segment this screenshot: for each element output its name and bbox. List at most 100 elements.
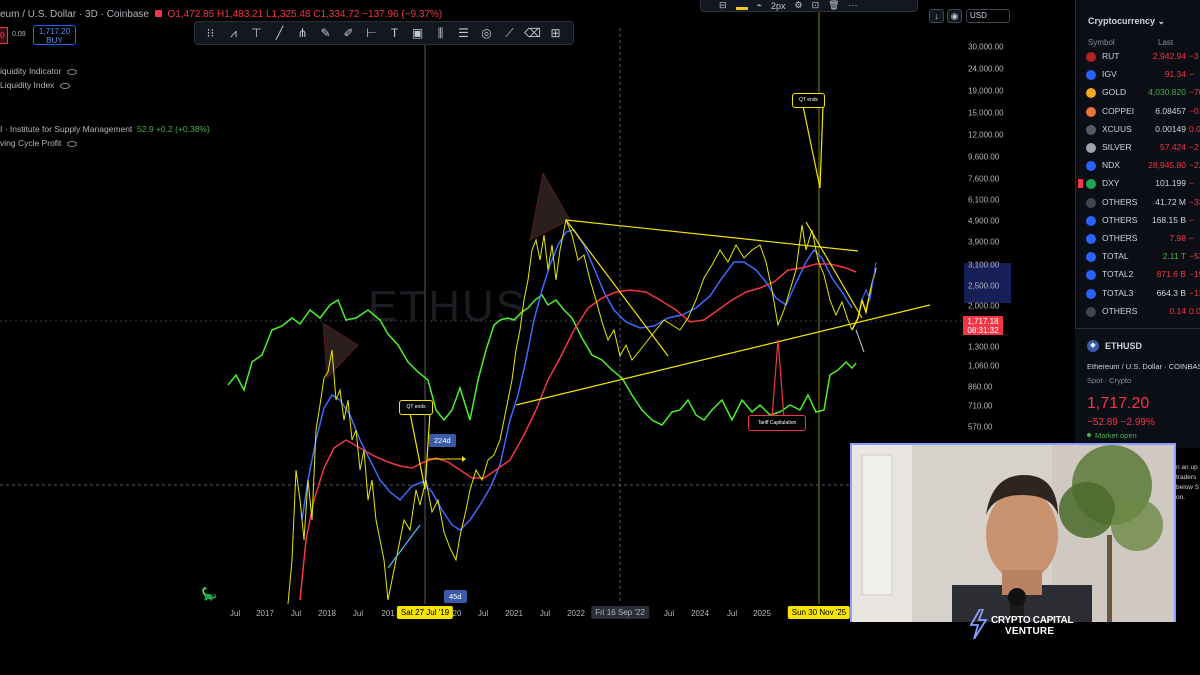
column-last[interactable]: Last [1158,38,1173,47]
watchlist-row[interactable]: NDX 28,945.80−22 [1076,157,1200,175]
indicator-liquidity-index[interactable]: Liquidity Index [0,80,71,90]
indicator-ism[interactable]: I · Institute for Supply Management 52.9… [0,124,210,134]
symbol-icon [1086,234,1096,244]
watchlist-row[interactable]: IGV 91.34− [1076,66,1200,84]
eye-icon[interactable] [67,140,78,147]
symbol-icon [1086,106,1096,117]
delete-icon[interactable]: 🗑 [828,0,839,11]
symbol-icon [1086,270,1096,281]
price-axis-label: 24,000.00 [968,64,1004,74]
pitchfork-tool-icon[interactable]: ⋔ [293,24,312,43]
detail-change: −52.89 −2.99% [1087,417,1155,428]
watchlist-row[interactable]: COPPEI 6.08457−0.1 [1076,103,1200,121]
text-tool-icon[interactable]: T [385,24,404,43]
time-axis-label: 201 [381,609,395,618]
drawing-toolbar[interactable]: ⁝⁝ ⩘ ⊤ ╱ ⋔ ✎ ✐ ⊢ T ▣ ⫼ ☰ ◎ ⟋ ⌫ ⊞ [194,21,574,45]
watchlist-symbol: GOLD [1102,87,1127,98]
watchlist-last: 7.98 [1169,233,1186,243]
indicator-change: +0.2 (+0.38%) [155,124,210,134]
column-symbol[interactable]: Symbol [1088,38,1115,47]
price-axis-label: 1,060.00 [968,361,1000,371]
watchlist-change: −70 [1189,87,1200,98]
watchlist-row[interactable]: SILVER 57.424 −2 [1076,139,1200,157]
drawing-properties-bar[interactable]: ⊟ ⌁ 2px ⚙ ⊡ 🗑 ⋯ [700,0,918,12]
brand-name-line2: VENTURE [1005,626,1055,637]
path-tool-icon[interactable]: ⟋ [500,24,519,43]
stroke-width[interactable]: 2px [771,1,786,11]
eye-icon[interactable] [67,68,78,75]
watchlist-change: − [1189,214,1194,225]
qt-pointer-left-a [409,412,426,490]
time-axis[interactable]: 2025 Jul 2024 Jul 2022 Jul 2021 Jul 20 201 Jul 2018… [0,605,965,621]
eye-icon[interactable] [60,82,71,89]
style-icon[interactable]: ⌁ [757,0,762,11]
line-color-swatch[interactable] [735,7,748,10]
qt-ends-callout-right[interactable]: QT ends [792,93,825,108]
watchlist-row[interactable]: OTHERS 168.15 B − [1076,212,1200,230]
settings-icon[interactable]: ⚙ [794,0,802,11]
buy-button[interactable]: 1,717.20 BUY [33,25,76,45]
frame-tool-icon[interactable]: ▣ [408,24,427,43]
lock-icon[interactable]: ⊡ [812,0,820,11]
grid-tool-icon[interactable]: ⊞ [546,24,565,43]
more-icon[interactable]: ⋯ [849,0,858,11]
detail-symbol[interactable]: ETHUSD [1105,341,1142,351]
ohlc-close: C1,334.72 [313,9,360,20]
pen-tool-icon[interactable]: ✐ [339,24,358,43]
watchlist-row[interactable]: OTHERS 0.140.00 [1076,303,1200,321]
symbol-detail-panel[interactable]: ◆ ETHUSD Ethereum / U.S. Dollar · COINBA… [1075,328,1200,448]
flag-icon[interactable] [1078,179,1083,189]
measure-tool-icon[interactable]: ⊢ [362,24,381,43]
indicator-value: 52.9 [137,124,154,134]
watchlist-change: −335 [1189,196,1200,207]
watchlist-last: 101.199 [1155,178,1186,189]
layout-icon[interactable]: ⊟ [719,0,727,11]
watchlist-last: 664.3 B [1156,287,1186,298]
qt-ends-callout-left[interactable]: QT ends [399,400,433,415]
camera-icon[interactable]: ◉ [947,9,962,23]
lines-tool-icon[interactable]: ☰ [454,24,473,43]
watchlist-row[interactable]: OTHERS 7.98− [1076,230,1200,248]
chevron-down-icon[interactable]: ⌄ [1158,16,1166,26]
watchlist-row[interactable]: TOTAL 2.11 T−53 [1076,248,1200,266]
indicator-cycle-profit[interactable]: ving Cycle Profit [0,138,78,148]
green-liquidity-line [227,293,857,426]
sell-button[interactable]: 0 [0,27,8,44]
bars-tool-icon[interactable]: ⫼ [431,24,450,43]
watchlist-row[interactable]: GOLD 4,030.820−70 [1076,84,1200,102]
fib-tool-icon[interactable]: ⊤ [247,24,266,43]
symbol-title[interactable]: eum / U.S. Dollar · 3D · Coinbase [0,9,149,20]
trendline-tool-icon[interactable]: ╱ [270,24,289,43]
watchlist-row[interactable]: DXY 101.199− [1076,175,1200,193]
eraser-tool-icon[interactable]: ⌫ [523,24,542,43]
symbol-legend[interactable]: eum / U.S. Dollar · 3D · Coinbase O1,472… [0,9,442,20]
watchlist-symbol: SILVER [1102,142,1132,152]
tariff-capitulation-callout[interactable]: Tariff Capitulation [748,415,806,431]
watchlist-last: 4,030.820 [1148,87,1186,98]
watchlist-row[interactable]: OTHERS 41.72 M−335 [1076,194,1200,212]
cyan-trend-segment [387,524,421,569]
download-icon[interactable]: ↓ [929,9,944,23]
qt-pointer-left-b [424,412,431,490]
watchlist-title[interactable]: Cryptocurrency ⌄ [1088,16,1165,27]
watchlist-symbol: OTHERS [1102,214,1138,225]
detail-price: 1,717.20 [1087,395,1150,412]
watchlist-row[interactable]: TOTAL2 871.6 B−19 [1076,266,1200,284]
indicator-name: iquidity Indicator [0,66,62,76]
watchlist-row[interactable]: RUT 2,942.94 −3 [1076,48,1200,66]
pattern-tool-icon[interactable]: ⩘ [224,24,243,43]
indicator-liquidity[interactable]: iquidity Indicator [0,66,78,76]
tradingview-logo-icon[interactable]: 🦕 [201,586,219,602]
watchlist-row[interactable]: XCUUS 0.001490.00 [1076,121,1200,139]
symbol-icon [1086,52,1096,62]
symbol-icon [1086,179,1096,190]
brush-tool-icon[interactable]: ✎ [316,24,335,43]
red-moving-average [299,263,857,601]
market-status-dot [154,10,162,17]
watchlist-symbol: IGV [1102,69,1117,80]
drag-handle-icon[interactable]: ⁝⁝ [201,24,220,43]
symbol-icon [1086,124,1096,135]
currency-select[interactable]: USD [966,9,1010,23]
watchlist-row[interactable]: TOTAL3 664.3 B−13 [1076,285,1200,303]
target-tool-icon[interactable]: ◎ [477,24,496,43]
